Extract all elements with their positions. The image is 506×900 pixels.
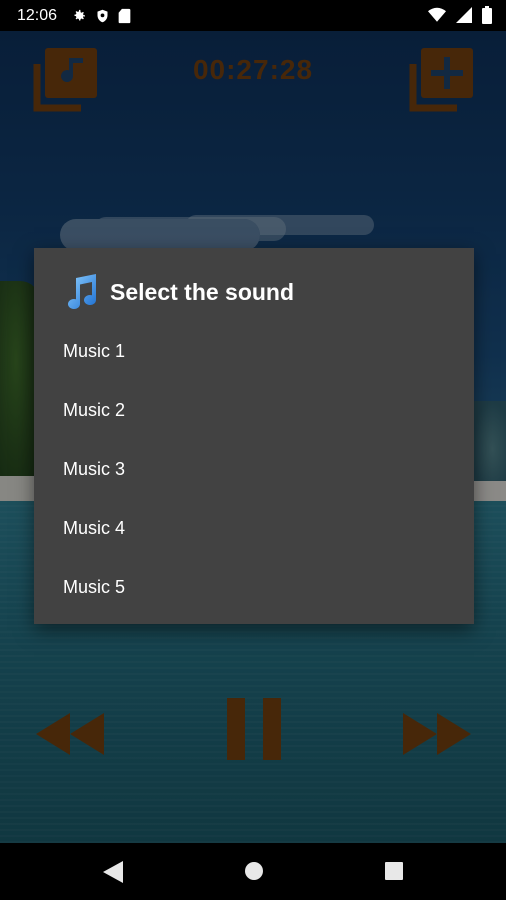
sound-item-music-2[interactable]: Music 2 bbox=[34, 381, 474, 440]
sd-card-icon bbox=[118, 8, 131, 23]
gear-icon bbox=[74, 9, 86, 21]
music-note-icon bbox=[68, 274, 97, 310]
status-time: 12:06 bbox=[17, 6, 58, 24]
home-circle-icon bbox=[245, 862, 263, 880]
sound-list: Music 1 Music 2 Music 3 Music 4 Music 5 bbox=[34, 322, 474, 617]
status-bar: 12:06 bbox=[0, 0, 506, 31]
shield-icon bbox=[97, 9, 108, 22]
system-nav-bar bbox=[0, 843, 506, 900]
sound-item-music-1[interactable]: Music 1 bbox=[34, 322, 474, 381]
signal-icon bbox=[456, 7, 472, 23]
sound-item-music-3[interactable]: Music 3 bbox=[34, 440, 474, 499]
nav-recents-button[interactable] bbox=[384, 861, 404, 886]
battery-icon bbox=[482, 6, 492, 24]
nav-home-button[interactable] bbox=[244, 861, 264, 886]
sound-item-music-4[interactable]: Music 4 bbox=[34, 499, 474, 558]
sound-item-label: Music 5 bbox=[63, 577, 126, 597]
sound-item-label: Music 1 bbox=[63, 341, 126, 361]
dialog-title: Select the sound bbox=[110, 278, 295, 305]
dialog-header: Select the sound bbox=[64, 272, 294, 312]
sound-item-label: Music 4 bbox=[63, 518, 126, 538]
sound-item-music-5[interactable]: Music 5 bbox=[34, 558, 474, 617]
status-left-icons bbox=[71, 8, 131, 24]
nav-back-button[interactable] bbox=[103, 861, 123, 888]
wifi-icon bbox=[428, 7, 446, 22]
select-sound-dialog: Select the sound Music 1 Music 2 Music 3… bbox=[34, 248, 474, 624]
sound-item-label: Music 2 bbox=[63, 400, 126, 420]
sound-item-label: Music 3 bbox=[63, 459, 126, 479]
back-triangle-icon bbox=[103, 861, 123, 883]
recents-square-icon bbox=[385, 862, 403, 880]
status-right-icons bbox=[428, 6, 492, 24]
